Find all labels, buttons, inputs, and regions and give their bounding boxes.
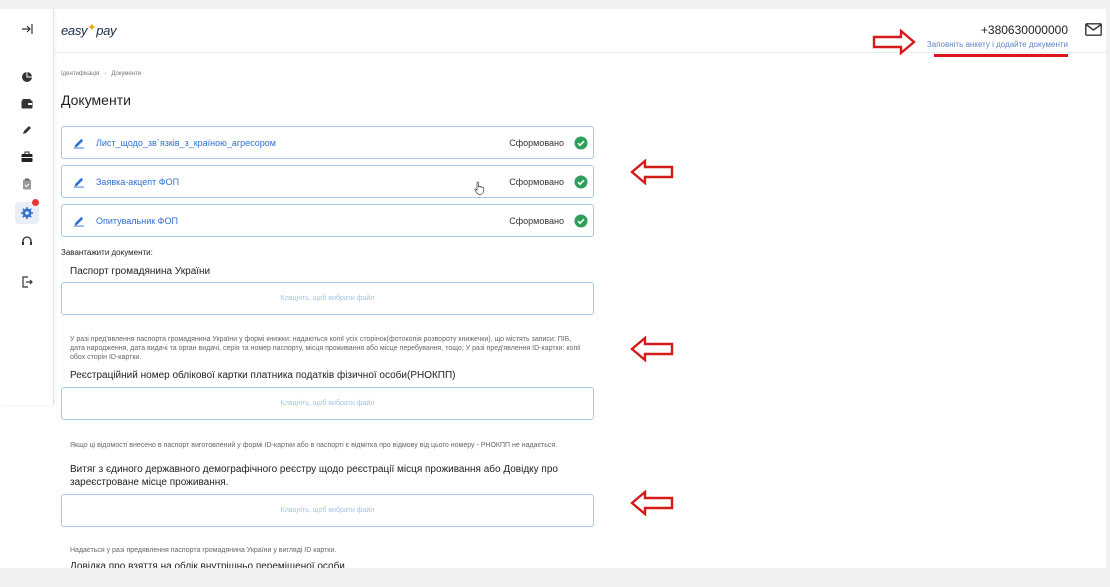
section-title: Паспорт громадянина України <box>70 266 211 277</box>
chart-icon <box>22 72 32 82</box>
logo[interactable]: easy✦pay <box>61 22 117 38</box>
sidebar-item-tasks[interactable] <box>15 173 39 195</box>
upload-label: Завантажити документи: <box>61 248 153 257</box>
document-row[interactable]: Лист_щодо_зв`язків_з_країною_агресором С… <box>61 126 594 159</box>
annotation-arrow-left-icon <box>630 336 674 362</box>
sidebar-logout-button[interactable] <box>15 271 39 293</box>
annotation-underline <box>934 54 1068 57</box>
sidebar-item-business[interactable] <box>15 146 39 168</box>
document-row[interactable]: Опитувальник ФОП Сформовано <box>61 204 594 237</box>
briefcase-icon <box>21 151 33 162</box>
top-header: easy✦pay +380630000000 Заповніть анкету … <box>54 9 1106 57</box>
sidebar-item-wallet[interactable] <box>15 93 39 115</box>
document-status: Сформовано <box>509 177 564 187</box>
section-title: Довідка про взяття на облік внутрішньо п… <box>70 561 345 568</box>
pencil-icon <box>23 126 31 134</box>
annotation-arrow-left-icon <box>630 490 674 516</box>
collapse-icon <box>22 24 33 34</box>
sidebar-item-support[interactable] <box>15 230 39 252</box>
clipboard-icon <box>23 178 31 190</box>
app-frame: easy✦pay +380630000000 Заповніть анкету … <box>0 9 1106 568</box>
section-note: У разі пред'явлення паспорта громадянина… <box>70 336 581 361</box>
document-row[interactable]: Заявка-акцепт ФОП Сформовано <box>61 165 594 198</box>
sidebar-item-settings[interactable] <box>15 199 39 224</box>
gear-icon <box>21 207 33 219</box>
file-dropzone[interactable]: Клацніть, щоб вибрати файл <box>61 494 594 527</box>
hand-cursor-icon <box>474 181 484 195</box>
annotation-arrow-right-icon <box>872 29 916 55</box>
breadcrumb-current: Документи <box>111 71 142 77</box>
annotation-arrow-left-icon <box>630 159 674 185</box>
section-note: Надається у разі предявлення паспорта гр… <box>70 547 337 554</box>
pencil-icon <box>74 138 84 149</box>
file-dropzone[interactable]: Клацніть, щоб вибрати файл <box>61 387 594 420</box>
chevron-right-icon: › <box>104 71 107 77</box>
document-status: Сформовано <box>509 216 564 226</box>
sidebar-item-edit[interactable] <box>15 119 39 141</box>
page-title: Документи <box>61 92 131 108</box>
check-circle-icon <box>574 175 588 189</box>
account-hint-link[interactable]: Заповніть анкету і додайте документи <box>927 40 1068 49</box>
mail-icon[interactable] <box>1085 23 1102 36</box>
check-circle-icon <box>574 214 588 228</box>
breadcrumb: Ідентифікація › Документи <box>61 71 141 77</box>
account-phone: +380630000000 <box>980 23 1068 37</box>
headset-icon <box>22 236 32 245</box>
section-title: Витяг з єдиного державного демографічног… <box>70 464 558 488</box>
document-name[interactable]: Опитувальник ФОП <box>96 216 178 226</box>
file-dropzone[interactable]: Клацніть, щоб вибрати файл <box>61 282 594 315</box>
logout-icon <box>22 276 33 288</box>
document-name[interactable]: Заявка-акцепт ФОП <box>96 177 179 187</box>
document-name[interactable]: Лист_щодо_зв`язків_з_країною_агресором <box>96 138 276 148</box>
breadcrumb-link[interactable]: Ідентифікація <box>61 71 99 77</box>
section-title: Реєстраційний номер облікової картки пла… <box>70 370 456 381</box>
sidebar-collapse-button[interactable] <box>15 18 39 40</box>
star-icon: ✦ <box>87 22 97 34</box>
section-note: Якщо ці відомості внесено в паспорт виго… <box>70 442 558 449</box>
sidebar-item-dashboard[interactable] <box>15 66 39 88</box>
sidebar <box>0 9 54 405</box>
pencil-icon <box>74 177 84 188</box>
wallet-icon <box>21 99 33 109</box>
notification-badge <box>32 199 39 206</box>
pencil-icon <box>74 216 84 227</box>
document-status: Сформовано <box>509 138 564 148</box>
check-circle-icon <box>574 136 588 150</box>
